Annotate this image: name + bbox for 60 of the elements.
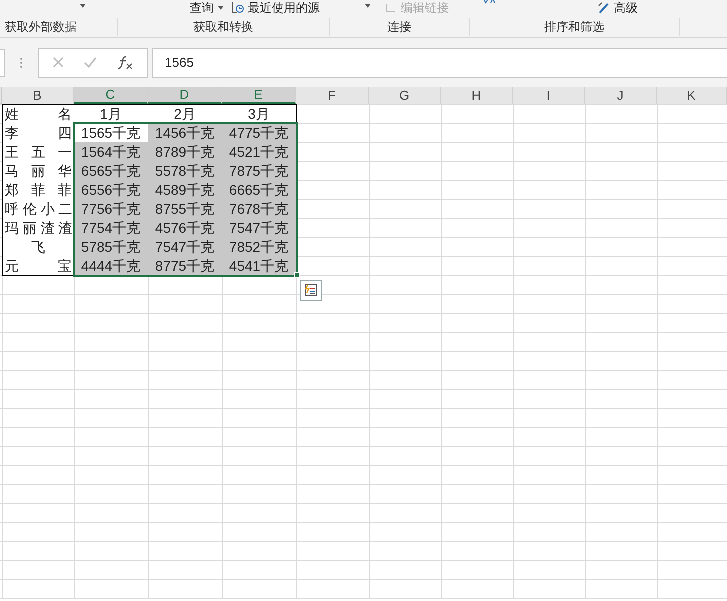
- clock-document-icon: [232, 2, 244, 14]
- column-header[interactable]: F: [296, 87, 369, 104]
- table-cell: 4444千克: [74, 256, 149, 276]
- fill-handle[interactable]: [294, 272, 300, 278]
- drag-handle-icon: [20, 56, 23, 68]
- table-cell: 7754千克: [74, 218, 149, 238]
- ribbon-command[interactable]: 高级: [598, 0, 638, 15]
- formula-input[interactable]: 1565: [152, 48, 727, 78]
- table-cell: 8789千克: [148, 142, 223, 162]
- ribbon-group-label: 排序和筛选: [544, 19, 604, 36]
- name-cell: 马 丽 华: [2, 161, 75, 181]
- ribbon-group-label: 获取外部数据: [5, 19, 77, 36]
- function-icon[interactable]: [117, 56, 133, 70]
- column-header[interactable]: B: [2, 87, 74, 104]
- ribbon-command[interactable]: 查询: [190, 0, 224, 15]
- name-cell: 王 五 一: [2, 142, 75, 162]
- name-cell: 元 宝: [2, 256, 75, 276]
- table-cell: 8755千克: [148, 199, 223, 219]
- table-cell: 4576千克: [148, 218, 223, 238]
- table-cell: 7678千克: [222, 199, 297, 219]
- name-cell: 呼 伦 小 二: [2, 199, 75, 219]
- pencil-icon: [598, 2, 610, 14]
- table-header-cell: 3月: [222, 104, 297, 124]
- quick-analysis-icon: [304, 284, 318, 297]
- table-cell: 6565千克: [74, 161, 149, 181]
- table-cell: 1564千克: [74, 142, 149, 162]
- table-cell: 5785千克: [74, 237, 149, 257]
- dropdown-caret-icon[interactable]: [80, 4, 86, 8]
- column-header[interactable]: I: [513, 87, 585, 104]
- column-header[interactable]: H: [441, 87, 513, 104]
- table-cell: 7547千克: [222, 218, 297, 238]
- table-header-cell: 姓 名: [2, 104, 75, 124]
- dropdown-caret-icon[interactable]: [365, 4, 371, 8]
- column-header[interactable]: D: [148, 87, 222, 104]
- table-cell: 4541千克: [222, 256, 297, 276]
- quick-analysis-button[interactable]: [300, 280, 322, 301]
- table-cell: 8775千克: [148, 256, 223, 276]
- table-cell: 7756千克: [74, 199, 149, 219]
- table-cell: 4521千克: [222, 142, 297, 162]
- table-cell: 7852千克: [222, 237, 297, 257]
- name-cell: 李 四: [2, 123, 75, 143]
- name-cell: 郑 菲 菲: [2, 180, 75, 200]
- check-icon[interactable]: [84, 57, 97, 68]
- name-cell: 玛 丽 渣 渣: [2, 218, 75, 238]
- caret-icon: [218, 6, 224, 10]
- table-cell: 4589千克: [148, 180, 223, 200]
- table-cell: 6556千克: [74, 180, 149, 200]
- column-header[interactable]: J: [585, 87, 657, 104]
- table-cell: 5578千克: [148, 161, 223, 181]
- ribbon-command[interactable]: 最近使用的源: [232, 0, 320, 15]
- name-cell: 飞: [2, 237, 75, 257]
- table-cell: 6665千克: [222, 180, 297, 200]
- column-header[interactable]: K: [657, 87, 727, 104]
- column-header[interactable]: E: [222, 87, 296, 104]
- table-cell: 7875千克: [222, 161, 297, 181]
- column-header[interactable]: C: [74, 87, 148, 104]
- table-cell: 7547千克: [148, 237, 223, 257]
- ribbon-group-label: 获取和转换: [194, 19, 254, 36]
- column-header[interactable]: G: [369, 87, 441, 104]
- ribbon-group-label: 连接: [388, 19, 412, 36]
